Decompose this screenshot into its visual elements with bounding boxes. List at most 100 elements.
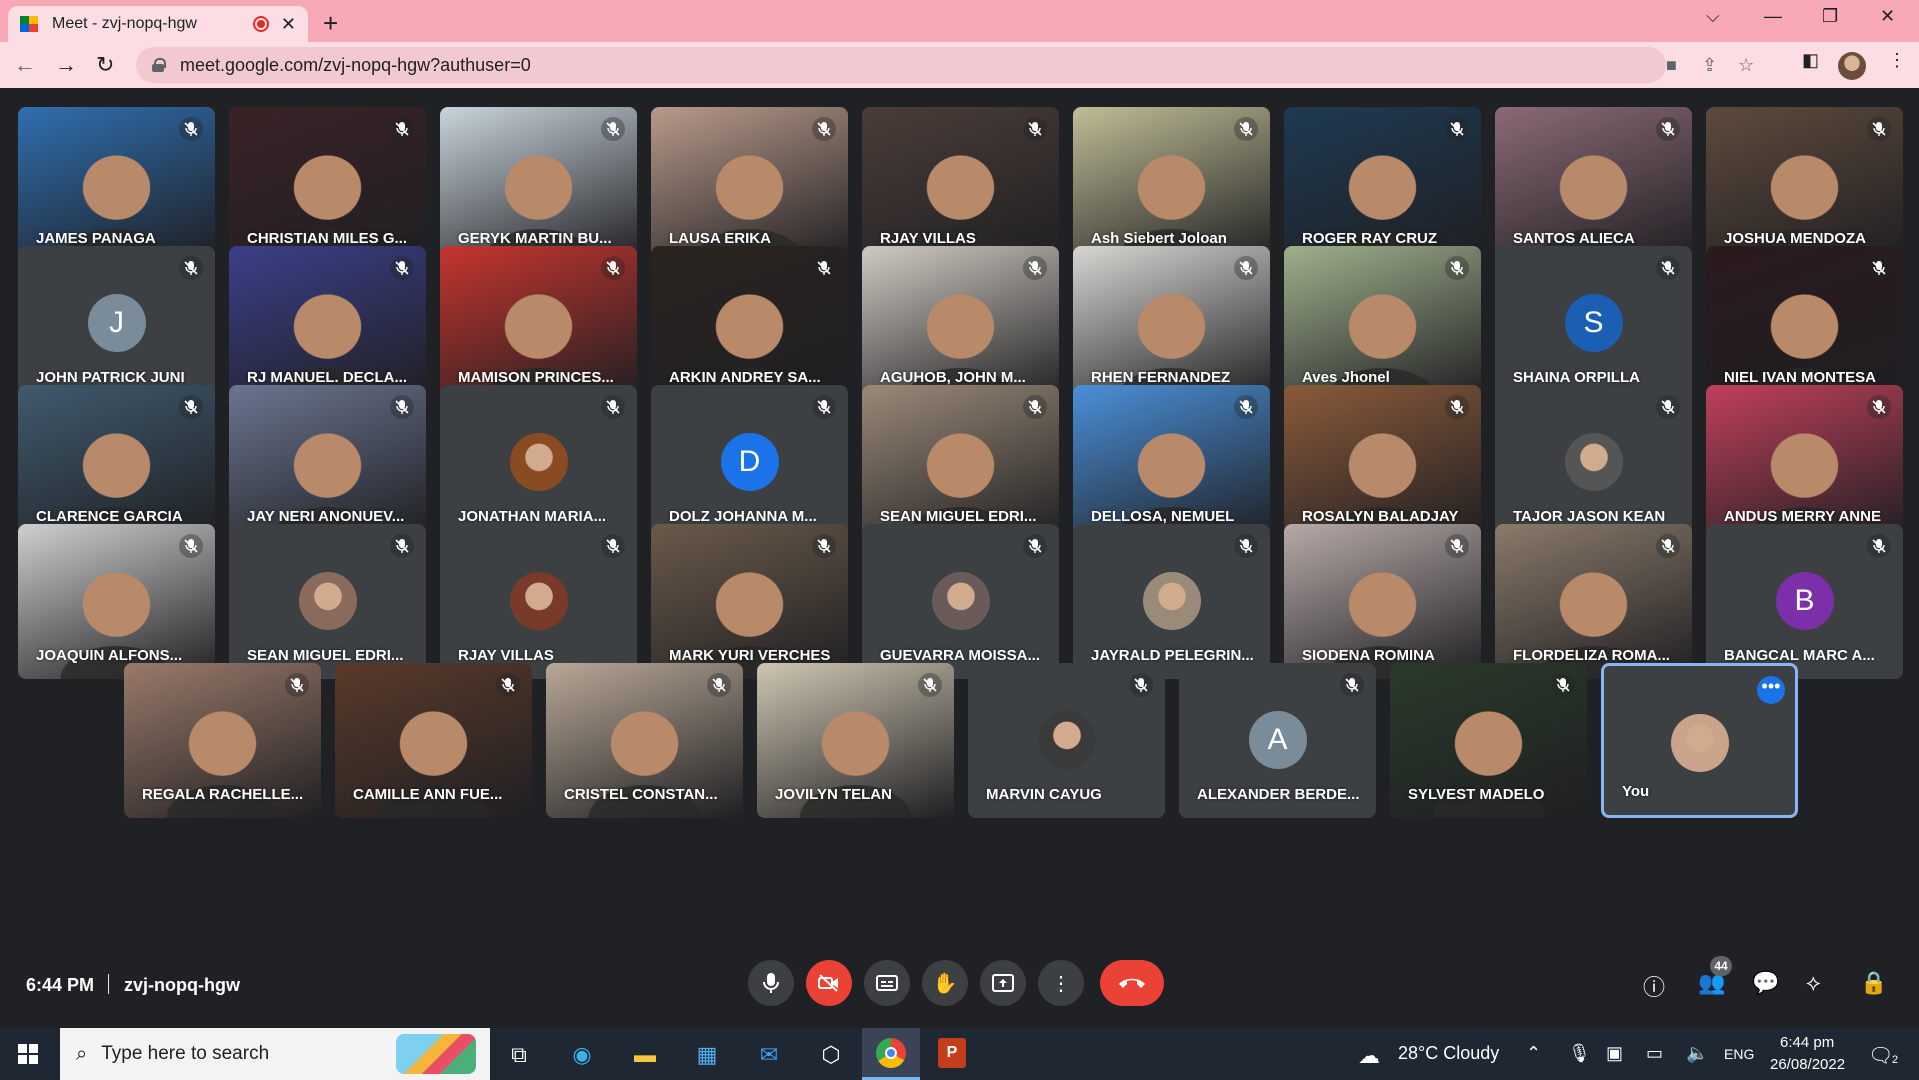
chrome-menu-icon[interactable]: ⋮: [1888, 50, 1906, 71]
participant-tile[interactable]: ROSALYN BALADJAY: [1284, 385, 1481, 540]
participant-tile[interactable]: MAMISON PRINCES...: [440, 246, 637, 401]
participant-tile[interactable]: AGUHOB, JOHN M...: [862, 246, 1059, 401]
more-options-button[interactable]: ⋮: [1038, 960, 1084, 1006]
participant-tile[interactable]: REGALA RACHELLE...: [124, 663, 321, 818]
participant-tile[interactable]: D DOLZ JOHANNA M...: [651, 385, 848, 540]
profile-photo-avatar: [298, 572, 357, 630]
participant-tile[interactable]: RJ MANUEL. DECLA...: [229, 246, 426, 401]
share-icon[interactable]: ⇪: [1702, 55, 1717, 76]
participant-tile[interactable]: SYLVEST MADELO: [1390, 663, 1587, 818]
participant-tile[interactable]: JOAQUIN ALFONS...: [18, 524, 215, 679]
participant-tile[interactable]: JAMES PANAGA: [18, 107, 215, 262]
participant-tile[interactable]: SEAN MIGUEL EDRI...: [862, 385, 1059, 540]
microphone-button[interactable]: [748, 960, 794, 1006]
participant-tile[interactable]: B BANGCAL MARC A...: [1706, 524, 1903, 679]
participant-tile[interactable]: Aves Jhonel: [1284, 246, 1481, 401]
participant-tile[interactable]: S SHAINA ORPILLA: [1495, 246, 1692, 401]
back-button[interactable]: ←: [14, 52, 36, 78]
tab-search-button[interactable]: ⌵: [1706, 6, 1720, 27]
participant-tile[interactable]: CLARENCE GARCIA: [18, 385, 215, 540]
tray-clock-time[interactable]: 6:44 pm: [1780, 1034, 1834, 1051]
participant-tile[interactable]: A ALEXANDER BERDE...: [1179, 663, 1376, 818]
cube-app-icon[interactable]: ⬡: [814, 1038, 848, 1072]
participant-tile[interactable]: CRISTEL CONSTAN...: [546, 663, 743, 818]
participant-tile[interactable]: JAY NERI ANONUEV...: [229, 385, 426, 540]
meeting-details-info-icon[interactable]: ⓘ: [1643, 970, 1665, 1002]
participant-tile[interactable]: RHEN FERNANDEZ: [1073, 246, 1270, 401]
reload-button[interactable]: ↻: [96, 52, 114, 78]
camera-in-use-icon[interactable]: ■: [1666, 55, 1677, 76]
present-screen-button[interactable]: [980, 960, 1026, 1006]
participant-tile[interactable]: NIEL IVAN MONTESA: [1706, 246, 1903, 401]
lock-icon[interactable]: [152, 58, 166, 72]
close-window-button[interactable]: ✕: [1880, 6, 1895, 27]
participant-tile[interactable]: CAMILLE ANN FUE...: [335, 663, 532, 818]
participant-tile[interactable]: ROGER RAY CRUZ: [1284, 107, 1481, 262]
taskbar-search-box[interactable]: ⌕ Type here to search: [60, 1028, 490, 1080]
participant-tile[interactable]: GUEVARRA MOISSA...: [862, 524, 1059, 679]
volume-icon[interactable]: 🔈: [1686, 1043, 1708, 1064]
chat-icon[interactable]: 💬: [1752, 970, 1779, 996]
notification-center-icon[interactable]: 🗨: [1868, 1043, 1893, 1068]
profile-avatar[interactable]: [1838, 52, 1866, 80]
address-bar[interactable]: meet.google.com/zvj-nopq-hgw?authuser=0 …: [136, 47, 1754, 83]
participant-tile[interactable]: RJAY VILLAS: [440, 524, 637, 679]
search-highlight-illustration: [396, 1034, 476, 1074]
microphone-in-use-icon[interactable]: 🎙: [1568, 1043, 1591, 1064]
participant-tile[interactable]: TAJOR JASON KEAN: [1495, 385, 1692, 540]
mail-icon[interactable]: ✉: [752, 1038, 786, 1072]
forward-button[interactable]: →: [55, 52, 77, 78]
edge-browser-icon[interactable]: ◉: [565, 1038, 599, 1072]
participant-tile[interactable]: RJAY VILLAS: [862, 107, 1059, 262]
file-explorer-icon[interactable]: ▬: [628, 1038, 662, 1072]
browser-tab-meet[interactable]: Meet - zvj-nopq-hgw ✕: [8, 6, 308, 42]
participant-tile[interactable]: FLORDELIZA ROMA...: [1495, 524, 1692, 679]
participant-tile[interactable]: JONATHAN MARIA...: [440, 385, 637, 540]
side-panel-icon[interactable]: ◧: [1802, 50, 1819, 71]
powerpoint-icon[interactable]: P: [938, 1038, 966, 1068]
tray-clock-date[interactable]: 26/08/2022: [1770, 1056, 1845, 1073]
host-controls-lock-icon[interactable]: 🔒: [1860, 970, 1887, 996]
participant-tile[interactable]: SANTOS ALIECA: [1495, 107, 1692, 262]
participant-tile[interactable]: CHRISTIAN MILES G...: [229, 107, 426, 262]
cloud-weather-icon[interactable]: ☁: [1358, 1043, 1380, 1069]
participant-tile[interactable]: DELLOSA, NEMUEL: [1073, 385, 1270, 540]
participant-tile[interactable]: JOSHUA MENDOZA: [1706, 107, 1903, 262]
restore-button[interactable]: ❐: [1822, 6, 1838, 27]
participant-tile[interactable]: GERYK MARTIN BU...: [440, 107, 637, 262]
self-video-tile[interactable]: ••• You: [1601, 663, 1798, 818]
participant-tile[interactable]: ARKIN ANDREY SA...: [651, 246, 848, 401]
weather-text[interactable]: 28°C Cloudy: [1398, 1043, 1499, 1064]
leave-call-button[interactable]: [1100, 960, 1164, 1006]
participant-tile[interactable]: LAUSA ERIKA: [651, 107, 848, 262]
windows-start-icon[interactable]: [18, 1044, 38, 1064]
raise-hand-button[interactable]: ✋: [922, 960, 968, 1006]
participant-tile[interactable]: MARVIN CAYUG: [968, 663, 1165, 818]
participant-tile[interactable]: JOVILYN TELAN: [757, 663, 954, 818]
language-indicator[interactable]: ENG: [1724, 1046, 1754, 1062]
participant-tile[interactable]: ANDUS MERRY ANNE: [1706, 385, 1903, 540]
participant-tile[interactable]: JAYRALD PELEGRIN...: [1073, 524, 1270, 679]
participant-tile[interactable]: SEAN MIGUEL EDRI...: [229, 524, 426, 679]
camera-off-button[interactable]: [806, 960, 852, 1006]
activities-icon[interactable]: ⟡: [1806, 970, 1821, 996]
new-tab-button[interactable]: +: [323, 8, 338, 39]
participant-tile[interactable]: J JOHN PATRICK JUNI: [18, 246, 215, 401]
battery-icon[interactable]: ▭: [1646, 1043, 1663, 1064]
network-icon[interactable]: ▣: [1606, 1043, 1623, 1064]
self-tile-more-options-button[interactable]: •••: [1757, 676, 1785, 704]
participant-tile[interactable]: MARK YURI VERCHES: [651, 524, 848, 679]
microsoft-store-icon[interactable]: ▦: [690, 1038, 724, 1072]
participant-tile[interactable]: SIODENA ROMINA: [1284, 524, 1481, 679]
show-hidden-icons-chevron-icon[interactable]: ⌃: [1526, 1043, 1541, 1064]
participant-name: ALEXANDER BERDE...: [1197, 786, 1360, 803]
participant-tile[interactable]: Ash Siebert Joloan: [1073, 107, 1270, 262]
muted-mic-icon: [1445, 117, 1469, 141]
url-text[interactable]: meet.google.com/zvj-nopq-hgw?authuser=0: [180, 55, 531, 76]
captions-button[interactable]: [864, 960, 910, 1006]
tab-close-button[interactable]: ✕: [281, 14, 296, 35]
task-view-icon[interactable]: ⧉: [502, 1038, 536, 1072]
chrome-taskbar-button[interactable]: [862, 1028, 920, 1080]
bookmark-star-icon[interactable]: ☆: [1738, 55, 1754, 76]
minimize-button[interactable]: —: [1764, 6, 1782, 27]
